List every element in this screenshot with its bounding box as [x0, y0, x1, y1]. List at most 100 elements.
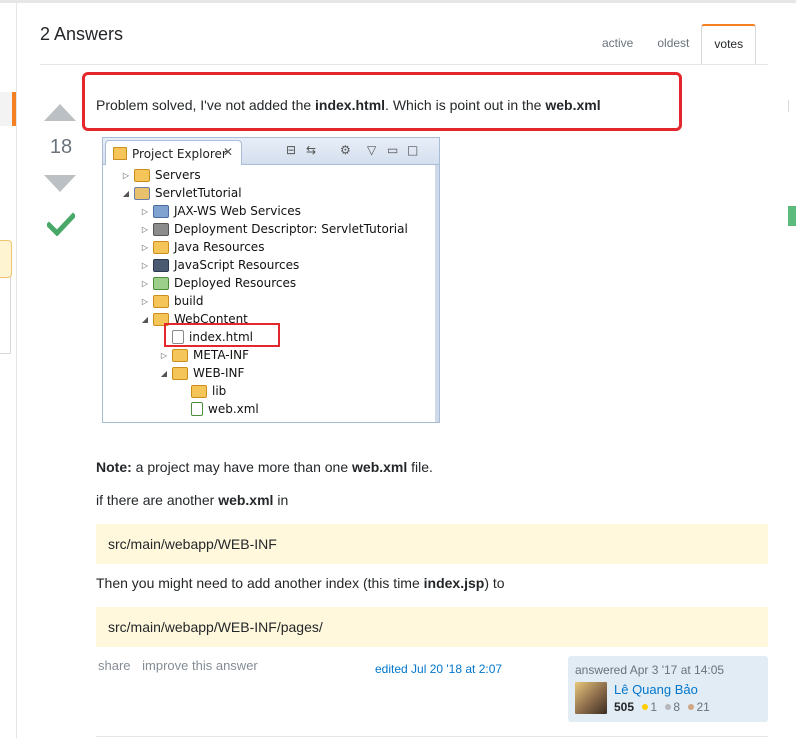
tab-votes[interactable]: votes	[701, 24, 757, 64]
silver-badge-icon	[665, 704, 672, 710]
tree-item-label: JavaScript Resources	[174, 258, 300, 272]
if-text: if there are another	[96, 492, 219, 508]
tree-item-label: build	[174, 294, 204, 308]
left-accent-bar	[12, 92, 16, 126]
view-menu-icon: ▽	[367, 143, 377, 157]
answered-time: answered Apr 3 '17 at 14:05	[575, 663, 725, 677]
top-border	[0, 0, 796, 3]
tree-item-label: Servers	[155, 168, 201, 182]
link-editor-icon: ⇆	[306, 143, 317, 157]
expand-arrow-icon: ▷	[141, 260, 149, 270]
tree-item: web.xml	[178, 400, 259, 418]
folder-open-icon	[172, 366, 188, 380]
answer-divider	[96, 736, 768, 737]
note-label: Note:	[96, 459, 132, 475]
tree-item-label: lib	[212, 384, 227, 398]
tree-item-label: Java Resources	[174, 240, 265, 254]
code-block-pages: src/main/webapp/WEB-INF/pages/	[96, 607, 768, 647]
share-link[interactable]: share	[98, 658, 131, 673]
tree-item-label: JAX-WS Web Services	[174, 204, 301, 218]
expand-arrow-icon: ▷	[160, 350, 168, 360]
highlight-box	[82, 72, 682, 131]
folder-icon	[153, 294, 169, 308]
bronze-badge-count: 21	[696, 700, 710, 714]
tree-item: ▷ Deployed Resources	[140, 274, 296, 292]
collapse-arrow-icon: ◢	[141, 314, 149, 324]
sort-tabs: active oldest votes	[590, 24, 757, 64]
tree-item-label: Deployed Resources	[174, 276, 297, 290]
expand-arrow-icon: ▷	[141, 224, 149, 234]
post-menu: share improve this answer	[98, 658, 266, 673]
left-divider	[16, 3, 17, 738]
bronze-badge-icon	[688, 704, 695, 710]
tree-item-label: web.xml	[208, 402, 259, 416]
improve-answer-link[interactable]: improve this answer	[142, 658, 258, 673]
explorer-header: Project Explorer ✕ ⊟ ⇆ ⚙ ▽ ▭ □	[103, 138, 439, 165]
gold-badge-icon	[642, 704, 649, 710]
expand-arrow-icon: ▷	[122, 170, 130, 180]
expand-arrow-icon: ▷	[141, 242, 149, 252]
vote-count: 18	[49, 136, 73, 158]
xml-file-icon	[191, 402, 203, 416]
tree-item-label: ServletTutorial	[155, 186, 242, 200]
if-paragraph: if there are another web.xml in	[96, 491, 288, 509]
java-resources-icon	[153, 240, 169, 254]
user-name-link[interactable]: Lê Quang Bảo	[614, 682, 698, 697]
expand-arrow-icon: ▷	[141, 296, 149, 306]
folder-icon	[134, 168, 150, 182]
maximize-icon: □	[407, 143, 419, 157]
avatar[interactable]	[575, 682, 607, 714]
user-card: answered Apr 3 '17 at 14:05 Lê Quang Bảo…	[568, 656, 768, 722]
upvote-arrow-icon[interactable]	[44, 104, 76, 121]
right-sidebar-badge-fragment	[788, 206, 796, 226]
tabs-divider	[40, 64, 768, 65]
tree-item: ▷ Servers	[121, 166, 201, 184]
tree-item-label: META-INF	[193, 348, 250, 362]
descriptor-icon	[153, 222, 169, 236]
user-reputation: 505 1 8 21	[614, 700, 710, 714]
folder-icon	[172, 348, 188, 362]
tree-item: ▷ JavaScript Resources	[140, 256, 299, 274]
gold-badge-count: 1	[650, 700, 658, 714]
then-paragraph: Then you might need to add another index…	[96, 574, 505, 592]
tree-item-label: WEB-INF	[193, 366, 245, 380]
explorer-tab-title: Project Explorer	[132, 147, 227, 161]
answers-count-heading: 2 Answers	[40, 24, 124, 44]
code-block-webinf: src/main/webapp/WEB-INF	[96, 524, 768, 564]
expand-arrow-icon: ▷	[141, 278, 149, 288]
then-file: index.jsp	[423, 575, 485, 591]
explorer-tree: ▷ Servers ◢ ServletTutorial ▷ JAX-WS Web Se…	[103, 165, 439, 422]
collapse-arrow-icon: ◢	[122, 188, 130, 198]
tree-item: ▷ build	[140, 292, 204, 310]
expand-arrow-icon: ▷	[141, 206, 149, 216]
tree-item: ◢ ServletTutorial	[121, 184, 242, 202]
note-file: web.xml	[352, 459, 408, 475]
javascript-resources-icon	[153, 258, 169, 272]
tree-item: ▷ META-INF	[159, 346, 249, 364]
project-icon	[134, 186, 150, 200]
selection-highlight-box	[164, 323, 280, 347]
deployed-resources-icon	[153, 276, 169, 290]
note-text: a project may have more than one	[131, 459, 353, 475]
tree-item-label: Deployment Descriptor: ServletTutorial	[174, 222, 408, 236]
tree-item: ▷ JAX-WS Web Services	[140, 202, 301, 220]
edited-link[interactable]: edited Jul 20 '18 at 2:07	[375, 662, 502, 676]
accepted-checkmark-icon	[47, 212, 75, 236]
then-text-tail: ) to	[484, 575, 505, 591]
downvote-arrow-icon[interactable]	[44, 175, 76, 192]
silver-badge-count: 8	[673, 700, 681, 714]
left-badge-fragment	[0, 240, 12, 278]
tab-active[interactable]: active	[590, 24, 645, 63]
tree-item: ▷ Deployment Descriptor: ServletTutorial	[140, 220, 408, 238]
if-text-tail: in	[273, 492, 289, 508]
tab-oldest[interactable]: oldest	[645, 24, 701, 63]
close-icon: ✕	[223, 145, 234, 159]
reputation-score: 505	[614, 700, 635, 714]
webservices-icon	[153, 204, 169, 218]
then-text: Then you might need to add another index…	[96, 575, 424, 591]
tree-item: ▷ Java Resources	[140, 238, 265, 256]
project-explorer-screenshot: Project Explorer ✕ ⊟ ⇆ ⚙ ▽ ▭ □ ▷ Servers …	[102, 137, 440, 423]
note-paragraph: Note: a project may have more than one w…	[96, 458, 433, 476]
filter-icon: ⚙	[340, 143, 351, 157]
minimize-icon: ▭	[387, 143, 399, 157]
